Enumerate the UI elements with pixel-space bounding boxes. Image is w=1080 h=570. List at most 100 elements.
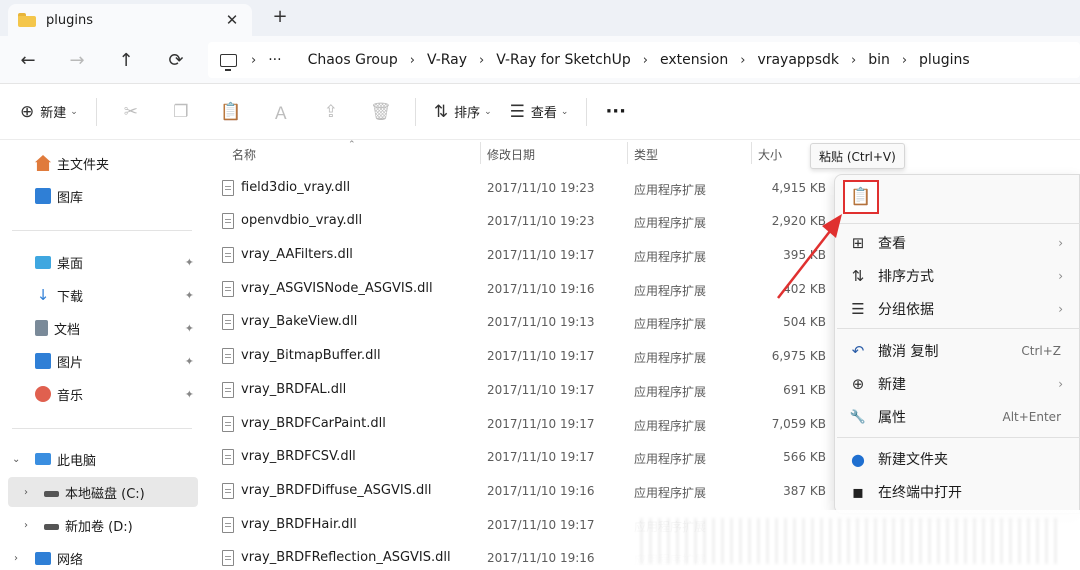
rename-icon[interactable]: Ａ (265, 96, 297, 128)
sidebar-item-label: 桌面 (57, 256, 84, 272)
pin-icon[interactable]: ✦ (185, 322, 194, 335)
paste-icon[interactable]: 📋 (215, 96, 247, 128)
sidebar-item-label: 文档 (54, 322, 81, 338)
more-button[interactable]: ··· (605, 96, 626, 128)
sidebar-item-downloads[interactable]: ↓ 下载 ✦ (0, 280, 200, 310)
breadcrumb-item[interactable]: vrayappsdk (757, 52, 839, 68)
sidebar-item-label: 音乐 (57, 388, 84, 404)
breadcrumb-item-current[interactable]: plugins (919, 52, 970, 68)
copy-icon[interactable]: ❐ (165, 96, 197, 128)
sidebar-item-desktop[interactable]: 桌面 ✦ (0, 247, 200, 277)
breadcrumb-item[interactable]: V-Ray (427, 52, 467, 68)
dll-file-icon (222, 483, 234, 499)
chevron-right-icon[interactable]: › (14, 553, 18, 564)
new-button[interactable]: ⊕ 新建 ⌄ (20, 96, 78, 128)
sidebar-item-pictures[interactable]: 图片 ✦ (0, 346, 200, 376)
command-bar: ⊕ 新建 ⌄ ✂ ❐ 📋 Ａ ⇪ 🗑 ⇅ 排序 ⌄ ☰ 查看 ⌄ ··· (0, 84, 1080, 140)
new-tab-button[interactable]: + (268, 6, 292, 27)
properties-icon: 🔧 (849, 409, 867, 425)
view-grid-icon: ⊞ (851, 234, 865, 252)
gallery-icon (35, 188, 51, 204)
breadcrumb-separator: › (901, 52, 908, 68)
file-type: 应用程序扩展 (634, 216, 707, 230)
column-divider[interactable] (627, 142, 628, 164)
breadcrumb-separator: › (740, 52, 746, 68)
network-icon (35, 551, 51, 565)
forward-button[interactable]: → (63, 46, 91, 74)
chevron-right-icon: › (1058, 236, 1063, 250)
sidebar-item-home[interactable]: 主文件夹 (0, 148, 200, 178)
column-header-date[interactable]: 修改日期 (487, 140, 535, 168)
breadcrumb-more[interactable]: ··· (268, 52, 281, 68)
breadcrumb-separator: › (850, 52, 857, 68)
share-icon[interactable]: ⇪ (315, 96, 347, 128)
drive-c-icon (44, 491, 59, 497)
group-by-icon: ☰ (851, 300, 865, 318)
pin-icon[interactable]: ✦ (185, 289, 194, 302)
file-date: 2017/11/10 19:16 (487, 282, 595, 296)
menu-item-undo-copy[interactable]: ↶ 撤消 复制 Ctrl+Z (835, 335, 1080, 367)
file-size: 691 KB (783, 383, 826, 397)
breadcrumb-item[interactable]: Chaos Group (308, 52, 398, 68)
column-divider[interactable] (751, 142, 752, 164)
breadcrumb-item[interactable]: bin (868, 52, 890, 68)
menu-item-properties[interactable]: 🔧 属性 Alt+Enter (835, 401, 1080, 433)
column-divider[interactable] (480, 142, 481, 164)
menu-item-new[interactable]: ⊕ 新建 › (835, 368, 1080, 400)
sidebar-item-drive-c[interactable]: › 本地磁盘 (C:) (8, 477, 198, 507)
view-button[interactable]: ☰ 查看 ⌄ (510, 96, 569, 128)
file-size: 7,059 KB (771, 417, 826, 431)
menu-item-label: 撤消 复制 (878, 344, 939, 360)
chevron-right-icon: › (1058, 269, 1063, 283)
address-bar[interactable]: › ··· Chaos Group › V-Ray › V-Ray for Sk… (208, 42, 1080, 78)
sidebar-item-this-pc[interactable]: ⌄ 此电脑 (0, 444, 200, 474)
close-tab-icon[interactable]: ✕ (222, 11, 242, 29)
file-name: vray_BRDFCarPaint.dll (241, 416, 386, 431)
pin-icon[interactable]: ✦ (185, 256, 194, 269)
sidebar-item-network[interactable]: › 网络 (0, 543, 200, 570)
up-button[interactable]: ↑ (112, 46, 140, 74)
chevron-right-icon[interactable]: › (24, 487, 28, 498)
column-header-name[interactable]: 名称 (232, 140, 256, 168)
sort-button[interactable]: ⇅ 排序 ⌄ (434, 96, 492, 128)
back-button[interactable]: ← (14, 46, 42, 74)
shortcut-label: Alt+Enter (1002, 410, 1061, 424)
menu-item-label: 属性 (878, 410, 906, 426)
file-name: vray_BRDFDiffuse_ASGVIS.dll (241, 483, 432, 498)
dll-file-icon (222, 348, 234, 364)
chevron-right-icon: › (1058, 377, 1063, 391)
chevron-down-icon[interactable]: ⌄ (12, 454, 20, 465)
chevron-right-icon[interactable]: › (24, 520, 28, 531)
sidebar-item-drive-d[interactable]: › 新加卷 (D:) (0, 510, 200, 540)
menu-item-group-by[interactable]: ☰ 分组依据 › (835, 293, 1080, 325)
menu-item-sort-by[interactable]: ⇅ 排序方式 › (835, 260, 1080, 292)
breadcrumb-item[interactable]: extension (660, 52, 728, 68)
menu-item-view[interactable]: ⊞ 查看 › (835, 227, 1080, 259)
pin-icon[interactable]: ✦ (185, 388, 194, 401)
menu-item-open-in-terminal[interactable]: ▪ 在终端中打开 (835, 476, 1080, 508)
drive-d-icon (44, 524, 59, 530)
breadcrumb-item[interactable]: V-Ray for SketchUp (496, 52, 631, 68)
file-name: vray_BitmapBuffer.dll (241, 348, 381, 363)
sidebar-item-documents[interactable]: 文档 ✦ (0, 313, 200, 343)
file-type: 应用程序扩展 (634, 284, 707, 298)
file-name: vray_BRDFReflection_ASGVIS.dll (241, 550, 451, 565)
file-date: 2017/11/10 19:23 (487, 214, 595, 228)
chevron-down-icon: ⌄ (560, 106, 569, 117)
file-date: 2017/11/10 19:17 (487, 518, 595, 532)
tab-plugins[interactable]: plugins ✕ (8, 4, 252, 36)
cut-icon[interactable]: ✂ (115, 96, 147, 128)
sidebar-item-gallery[interactable]: 图库 (0, 181, 200, 211)
column-header-type[interactable]: 类型 (634, 140, 658, 168)
context-menu: 📋 ⊞ 查看 › ⇅ 排序方式 › ☰ 分组依据 › ↶ 撤消 复制 Ctrl+… (834, 174, 1080, 514)
menu-item-new-folder[interactable]: ● 新建文件夹 (835, 443, 1080, 475)
pin-icon[interactable]: ✦ (185, 355, 194, 368)
sidebar-item-label: 主文件夹 (57, 157, 110, 173)
delete-icon[interactable]: 🗑 (365, 96, 397, 128)
refresh-button[interactable]: ⟳ (162, 46, 190, 74)
column-header-size[interactable]: 大小 (758, 140, 782, 168)
menu-item-label: 新建 (878, 377, 906, 393)
sidebar-item-music[interactable]: 音乐 ✦ (0, 379, 200, 409)
breadcrumb-separator: › (642, 52, 648, 68)
paste-icon: 📋 (850, 187, 872, 207)
